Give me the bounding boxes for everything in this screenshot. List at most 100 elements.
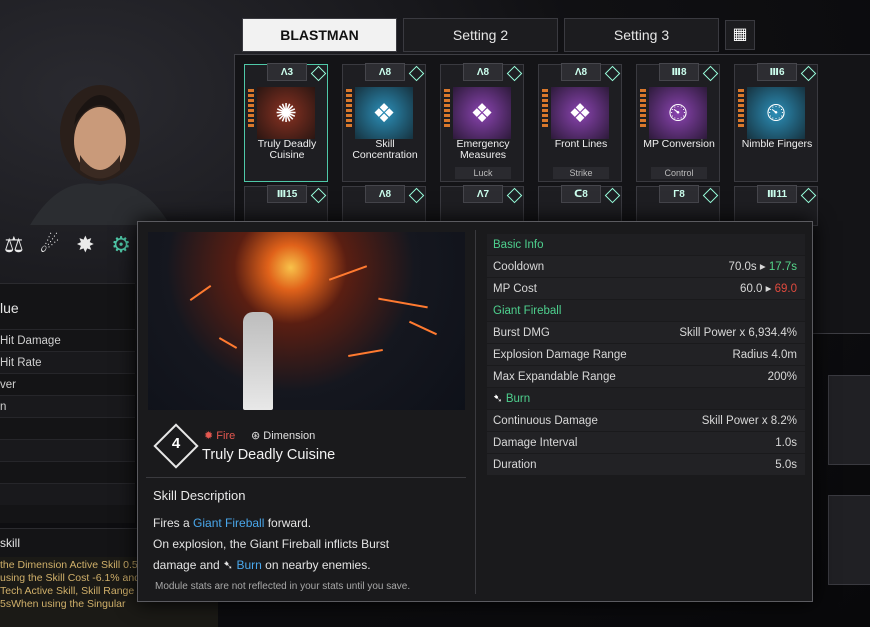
module-slot[interactable]: Λ8 ❖ Emergency Measures Luck	[440, 63, 524, 182]
diamond-pattern-icon: ❖	[453, 87, 511, 139]
dimension-icon[interactable]: ⚙	[107, 230, 135, 260]
capacity-bar	[738, 89, 744, 129]
diamond-pattern-icon: ❖	[355, 87, 413, 139]
stat-cooldown: Cooldown 70.0s ▸ 17.7s	[487, 256, 805, 278]
stat-continuous-damage: Continuous Damage Skill Power x 8.2%	[487, 410, 805, 432]
stat-row: Hit Damage	[0, 329, 135, 351]
diamond-pattern-icon: ❖	[551, 87, 609, 139]
module-name: Nimble Fingers	[741, 138, 813, 150]
stat-row	[0, 461, 135, 483]
gem-icon	[310, 187, 327, 204]
module-slot[interactable]: Ⅲ8 ⏲ MP Conversion Control	[636, 63, 720, 182]
skill-preview-video	[148, 232, 465, 410]
gem-icon	[310, 65, 327, 82]
module-slot[interactable]: Ⅲ15	[244, 185, 328, 226]
stat-explosion-range: Explosion Damage Range Radius 4.0m	[487, 344, 805, 366]
gem-icon	[604, 65, 621, 82]
module-rank: Λ8	[365, 63, 405, 81]
section-giant-fireball: Giant Fireball	[487, 300, 805, 322]
gem-icon	[506, 65, 523, 82]
module-slot[interactable]: ᑕ8	[538, 185, 622, 226]
module-rank: Λ8	[463, 63, 503, 81]
module-name: Front Lines	[554, 138, 608, 150]
burn-icon: ➷	[223, 558, 237, 572]
module-rank: ᑕ8	[561, 185, 601, 203]
module-rank: Λ7	[463, 185, 503, 203]
gauge-icon: ⏲	[649, 87, 707, 139]
screen: ⚖ ☄ ✸ ⚙ lue Hit Damage Hit Rate ver n sk…	[0, 0, 870, 627]
module-name: Emergency Measures	[456, 138, 510, 161]
gem-icon	[702, 187, 719, 204]
comet-icon[interactable]: ✸	[72, 230, 100, 260]
add-preset-icon[interactable]: ▦	[725, 20, 755, 50]
empty-slot[interactable]	[828, 495, 870, 585]
burn-icon: ➷	[493, 393, 506, 405]
module-slot[interactable]: Λ8	[342, 185, 426, 226]
skill-description: Fires a Giant Fireball forward. On explo…	[153, 516, 390, 572]
module-rank: Γ8	[659, 185, 699, 203]
stat-mp-cost: MP Cost 60.0 ▸ 69.0	[487, 278, 805, 300]
module-name: Truly Deadly Cuisine	[257, 138, 317, 161]
fire-attribute: ✹ Fire	[204, 430, 236, 442]
stat-duration: Duration 5.0s	[487, 454, 805, 476]
module-title: Truly Deadly Cuisine	[202, 447, 336, 463]
fireball-icon: ✺	[257, 87, 315, 139]
module-slot[interactable]: Γ8	[636, 185, 720, 226]
gem-icon	[800, 187, 817, 204]
module-name: MP Conversion	[643, 138, 715, 150]
sprint-icon[interactable]: ☄	[36, 230, 64, 260]
empty-slot[interactable]	[828, 375, 870, 465]
capacity-bar	[640, 89, 646, 129]
module-slot[interactable]: Ⅲ11	[734, 185, 818, 226]
stat-row	[0, 439, 135, 461]
capacity-bar	[444, 89, 450, 129]
module-tag: Luck	[455, 167, 511, 179]
stat-row: ver	[0, 373, 135, 395]
tab-setting-2[interactable]: Setting 2	[403, 18, 558, 52]
save-note: Module stats are not reflected in your s…	[155, 581, 411, 592]
scale-icon[interactable]: ⚖	[0, 230, 28, 260]
module-name: Skill Concentration	[352, 138, 418, 161]
stat-row	[0, 483, 135, 505]
module-tag: Strike	[553, 167, 609, 179]
module-rank: Λ8	[561, 63, 601, 81]
module-rank: Ⅲ8	[659, 63, 699, 81]
preset-tabs: BLASTMAN Setting 2 Setting 3 ▦	[242, 18, 755, 52]
stats-panel-title: lue	[0, 300, 19, 316]
stats-panel: lue Hit Damage Hit Rate ver n	[0, 283, 135, 523]
capacity-bar	[542, 89, 548, 129]
capacity-bar	[346, 89, 352, 129]
giant-fireball-link[interactable]: Giant Fireball	[193, 516, 264, 530]
tab-setting-3[interactable]: Setting 3	[564, 18, 719, 52]
gem-icon	[604, 187, 621, 204]
module-slot[interactable]: Λ3 ✺ Truly Deadly Cuisine	[244, 63, 328, 182]
module-slot[interactable]: Λ8 ❖ Front Lines Strike	[538, 63, 622, 182]
module-tooltip: 4 ✹ Fire ⊛ Dimension Truly Deadly Cuisin…	[137, 221, 813, 602]
gem-icon	[506, 187, 523, 204]
module-tag: Control	[651, 167, 707, 179]
gem-icon	[408, 65, 425, 82]
section-basic-info: Basic Info	[487, 234, 805, 256]
skill-description-title: Skill Description	[153, 488, 246, 503]
character-skill-icons: ⚖ ☄ ✸ ⚙	[0, 225, 135, 265]
section-burn: ➷ Burn	[487, 388, 805, 410]
gauge-icon: ⏲	[747, 87, 805, 139]
dimension-icon: ⊛	[251, 430, 264, 442]
module-cost: 4	[171, 435, 181, 452]
module-slot[interactable]: Λ7	[440, 185, 524, 226]
module-rank: Ⅲ11	[757, 185, 797, 203]
gem-icon	[408, 187, 425, 204]
module-slot[interactable]: Ⅲ6 ⏲ Nimble Fingers	[734, 63, 818, 182]
stat-burst-dmg: Burst DMG Skill Power x 6,934.4%	[487, 322, 805, 344]
module-rank: Λ8	[365, 185, 405, 203]
module-slot[interactable]: Λ8 ❖ Skill Concentration	[342, 63, 426, 182]
character-portrait	[30, 85, 170, 225]
gem-icon	[702, 65, 719, 82]
stat-row: n	[0, 395, 135, 417]
module-stats-table: Basic Info Cooldown 70.0s ▸ 17.7s MP Cos…	[487, 234, 805, 476]
capacity-bar	[248, 89, 254, 129]
burn-link[interactable]: Burn	[236, 558, 261, 572]
tab-blastman[interactable]: BLASTMAN	[242, 18, 397, 52]
dimension-attribute: ⊛ Dimension	[251, 430, 316, 442]
module-rank: Ⅲ15	[267, 185, 307, 203]
